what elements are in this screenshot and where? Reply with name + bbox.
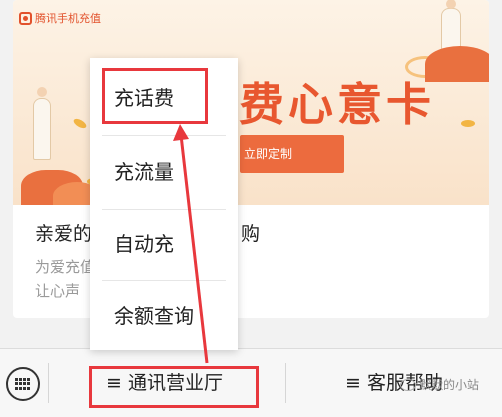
card-title: 亲爱的 [35, 223, 93, 245]
customize-button[interactable]: 立即定制 [240, 135, 344, 173]
keyboard-icon[interactable] [6, 367, 40, 401]
card-desc-line: 让心声 [35, 282, 81, 300]
brand-logo: 腾讯手机充值 [19, 10, 101, 26]
highlight-box [102, 68, 208, 124]
card-desc-line: 为爱充值 [35, 258, 96, 276]
bar-divider [285, 363, 286, 403]
highlight-box [89, 366, 259, 408]
brand-icon [19, 11, 32, 25]
wechat-icon [400, 378, 416, 391]
banner-headline: 费心意卡 [239, 78, 436, 131]
menu-item-auto-recharge[interactable]: 自动充 [90, 208, 238, 281]
brand-name: 腾讯手机充值 [35, 12, 101, 25]
menu-item-balance-query[interactable]: 余额查询 [90, 280, 238, 353]
card-title-tail: 购 [241, 223, 261, 245]
figure-illustration [33, 87, 51, 160]
recharge-card[interactable]: 腾讯手机充值 费心意卡 立即定制 亲爱的 购 为爱充值 让心声 [13, 0, 489, 318]
menu-item-recharge-data[interactable]: 充流量 [90, 136, 238, 209]
figure-illustration [441, 0, 461, 50]
bottom-menu-bar: ≡ 通讯营业厅 ≡ 客服帮助 默默的小站 [0, 348, 502, 417]
leaf-illustration [461, 120, 475, 127]
bar-divider [48, 363, 49, 403]
promo-banner[interactable]: 腾讯手机充值 费心意卡 立即定制 [13, 0, 489, 205]
watermark-text: 默默的小站 [419, 378, 480, 392]
leaf-illustration [72, 116, 88, 131]
watermark: 默默的小站 [400, 376, 479, 393]
